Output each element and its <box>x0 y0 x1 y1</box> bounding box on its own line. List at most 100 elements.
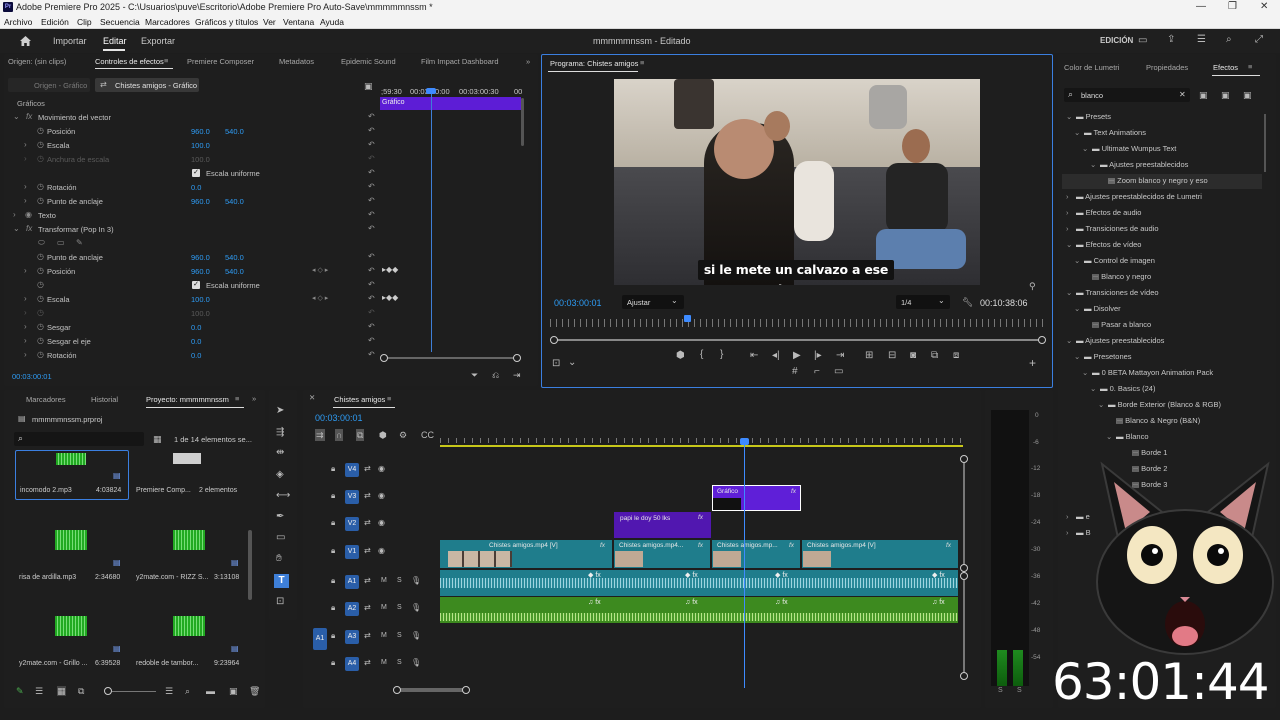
eye-icon[interactable]: ◉ <box>378 546 385 556</box>
fx-icon[interactable]: fx <box>26 224 32 233</box>
mic-icon[interactable]: 🎙︎ <box>411 603 421 613</box>
sync-lock-icon[interactable]: ⇄ <box>364 491 371 501</box>
tree-mattayon[interactable]: ⌄ ▬ 0 BETA Mattayon Animation Pack <box>1082 368 1213 377</box>
sequence-tab[interactable]: Chistes amigos <box>334 395 385 404</box>
reset-icon[interactable]: ↶ <box>368 182 375 191</box>
project-search-input[interactable]: ⌕ <box>14 432 144 446</box>
stopwatch-active-icon[interactable]: ◷ <box>37 266 44 275</box>
zoom-handle-right[interactable] <box>513 354 521 362</box>
project-item-5[interactable]: ▤ redoble de tambor... 9:23964 <box>136 612 250 672</box>
tree-blanco-negro[interactable]: ▤ Blanco y negro <box>1092 272 1151 281</box>
menu-graficos[interactable]: Gráficos y títulos <box>195 17 258 27</box>
lock-icon[interactable]: 🔒︎ <box>331 464 335 474</box>
reset-icon[interactable]: ↶ <box>368 140 375 149</box>
tree-lumetri-presets[interactable]: › ▬ Ajustes preestablecidos de Lumetri <box>1066 192 1202 201</box>
reset-icon[interactable]: ↶ <box>368 196 375 205</box>
a-scroll-bottom[interactable] <box>960 672 968 680</box>
monitor-settings-icon[interactable]: ⊡ <box>552 359 560 369</box>
lock-icon[interactable]: 🔒︎ <box>331 658 335 668</box>
stopwatch-icon[interactable]: ◷ <box>37 322 44 331</box>
freeform-view-icon[interactable]: ⧉ <box>78 686 84 696</box>
reset-icon[interactable]: ↶ <box>368 294 375 303</box>
tab-importar[interactable]: Importar <box>53 36 87 46</box>
menu-edicion[interactable]: Edición <box>41 17 69 27</box>
keyframes-escala[interactable]: ▸◆◆ <box>382 293 398 302</box>
pen-tool-icon[interactable]: ✒ <box>276 512 284 522</box>
collapse-icon[interactable]: ⌄ <box>13 224 20 233</box>
track-target-a2[interactable]: A2 <box>345 602 359 616</box>
mark-out-icon[interactable]: } <box>720 350 723 360</box>
keyframe-nav-icon[interactable]: ◂ ◇ ▸ <box>312 294 328 302</box>
track-target-v3[interactable]: V3 <box>345 490 359 504</box>
tree-blanco[interactable]: ⌄ ▬ Blanco <box>1106 432 1149 441</box>
sync-lock-icon[interactable]: ⇄ <box>364 576 371 586</box>
reset-icon[interactable]: ↶ <box>368 280 375 289</box>
tree-text-animations[interactable]: ⌄ ▬ Text Animations <box>1074 128 1146 137</box>
sync-lock-icon[interactable]: ⇄ <box>364 464 371 474</box>
selection-tool-icon[interactable]: ➤ <box>276 406 284 416</box>
solo-button[interactable]: S <box>397 577 402 584</box>
clip-v1-a[interactable]: Chistes amigos.mp4 [V] fx <box>440 540 612 568</box>
new-bin-icon[interactable]: ▦ <box>153 434 162 444</box>
track-target-a3[interactable]: A3 <box>345 630 359 644</box>
solo-button[interactable]: S <box>397 659 402 666</box>
timeline-current-time[interactable]: 00:03:00:01 <box>315 413 363 423</box>
trash-icon[interactable]: 🗑︎ <box>249 686 260 696</box>
reset-icon[interactable]: ↶ <box>368 168 375 177</box>
search-icon[interactable]: ⌕ <box>1226 35 1232 45</box>
caption-tool-icon[interactable]: ⊡ <box>276 597 284 607</box>
checkbox-t-escala-uniforme[interactable]: ✓ <box>192 281 200 289</box>
menu-marcadores[interactable]: Marcadores <box>145 17 190 27</box>
eye-icon[interactable]: ◉ <box>378 518 385 528</box>
solo-left-button[interactable]: S <box>998 687 1003 694</box>
stopwatch-icon[interactable]: ◷ <box>37 126 44 135</box>
track-target-v2[interactable]: V2 <box>345 517 359 531</box>
reset-icon[interactable]: ↶ <box>368 322 375 331</box>
v-scroll-bottom[interactable] <box>960 564 968 572</box>
clear-search-icon[interactable]: ✕ <box>1179 90 1186 99</box>
mic-icon[interactable]: 🎙︎ <box>411 576 421 586</box>
fx-icon[interactable]: fx <box>26 112 32 121</box>
grid-icon[interactable]: # <box>792 367 798 377</box>
a-scroll-track[interactable] <box>963 580 965 672</box>
expand-icon[interactable]: › <box>24 196 27 205</box>
panels-icon[interactable]: ☰ <box>1197 35 1206 45</box>
stopwatch-icon[interactable]: ◷ <box>37 252 44 261</box>
tree-basics[interactable]: ⌄ ▬ 0. Basics (24) <box>1090 384 1155 393</box>
stopwatch-icon[interactable]: ◷ <box>37 350 44 359</box>
chevron-down-icon[interactable]: ⌄ <box>568 358 576 368</box>
stopwatch-active-icon[interactable]: ◷ <box>37 294 44 303</box>
tree-zoom-blanco[interactable]: ▤ Zoom blanco y negro y eso <box>1108 176 1208 185</box>
find-icon[interactable]: ⌕ <box>185 686 190 696</box>
expand-icon[interactable]: › <box>13 210 16 219</box>
lock-icon[interactable]: 🔒︎ <box>331 518 335 528</box>
project-menu-icon[interactable]: ≡ <box>235 394 239 403</box>
snap-icon[interactable]: ∩ <box>335 429 344 441</box>
new-bin-icon[interactable]: ▬ <box>206 686 215 696</box>
reset-icon[interactable]: ↶ <box>368 350 375 359</box>
ripple-edit-tool-icon[interactable]: ⇹ <box>276 448 284 458</box>
clip-papi[interactable]: papi le doy 50 lks fx <box>614 512 711 538</box>
program-video-frame[interactable]: si le mete un calvazo a ese hpta. <box>614 79 980 285</box>
lock-icon[interactable]: 🔒︎ <box>331 491 335 501</box>
pencil-icon[interactable]: ✎ <box>16 686 24 696</box>
vr-icon[interactable]: ▭ <box>834 367 843 377</box>
subtab-chistes-grafico[interactable]: ⇄ Chistes amigos - Gráfico <box>95 78 199 92</box>
32bit-effects-icon[interactable]: ▣ <box>1221 90 1230 100</box>
tree-collapsed-2[interactable]: › ▬ B <box>1066 528 1091 537</box>
zoom-slider-handle[interactable] <box>104 687 112 695</box>
fit-dropdown[interactable]: Ajustar ⌄ <box>622 295 684 309</box>
tree-presetones[interactable]: ⌄ ▬ Presetones <box>1074 352 1132 361</box>
lock-icon[interactable]: 🔒︎ <box>331 576 335 586</box>
keyframe-nav-icon[interactable]: ◂ ◇ ▸ <box>312 266 328 274</box>
reset-icon[interactable]: ↶ <box>368 336 375 345</box>
track-target-v4[interactable]: V4 <box>345 463 359 477</box>
tab-historial[interactable]: Historial <box>91 395 118 404</box>
program-zoom-right[interactable] <box>1038 336 1046 344</box>
step-back-icon[interactable]: ◂| <box>772 351 780 361</box>
project-item-4[interactable]: ▤ y2mate.com - Grillo ... 6:39528 <box>15 612 129 672</box>
project-item-0[interactable]: ▤ incomodo 2.mp3 4:03824 <box>15 450 129 500</box>
mic-icon[interactable]: 🎙︎ <box>411 631 421 641</box>
expand-icon[interactable]: › <box>24 350 27 359</box>
reset-icon[interactable]: ↶ <box>368 210 375 219</box>
